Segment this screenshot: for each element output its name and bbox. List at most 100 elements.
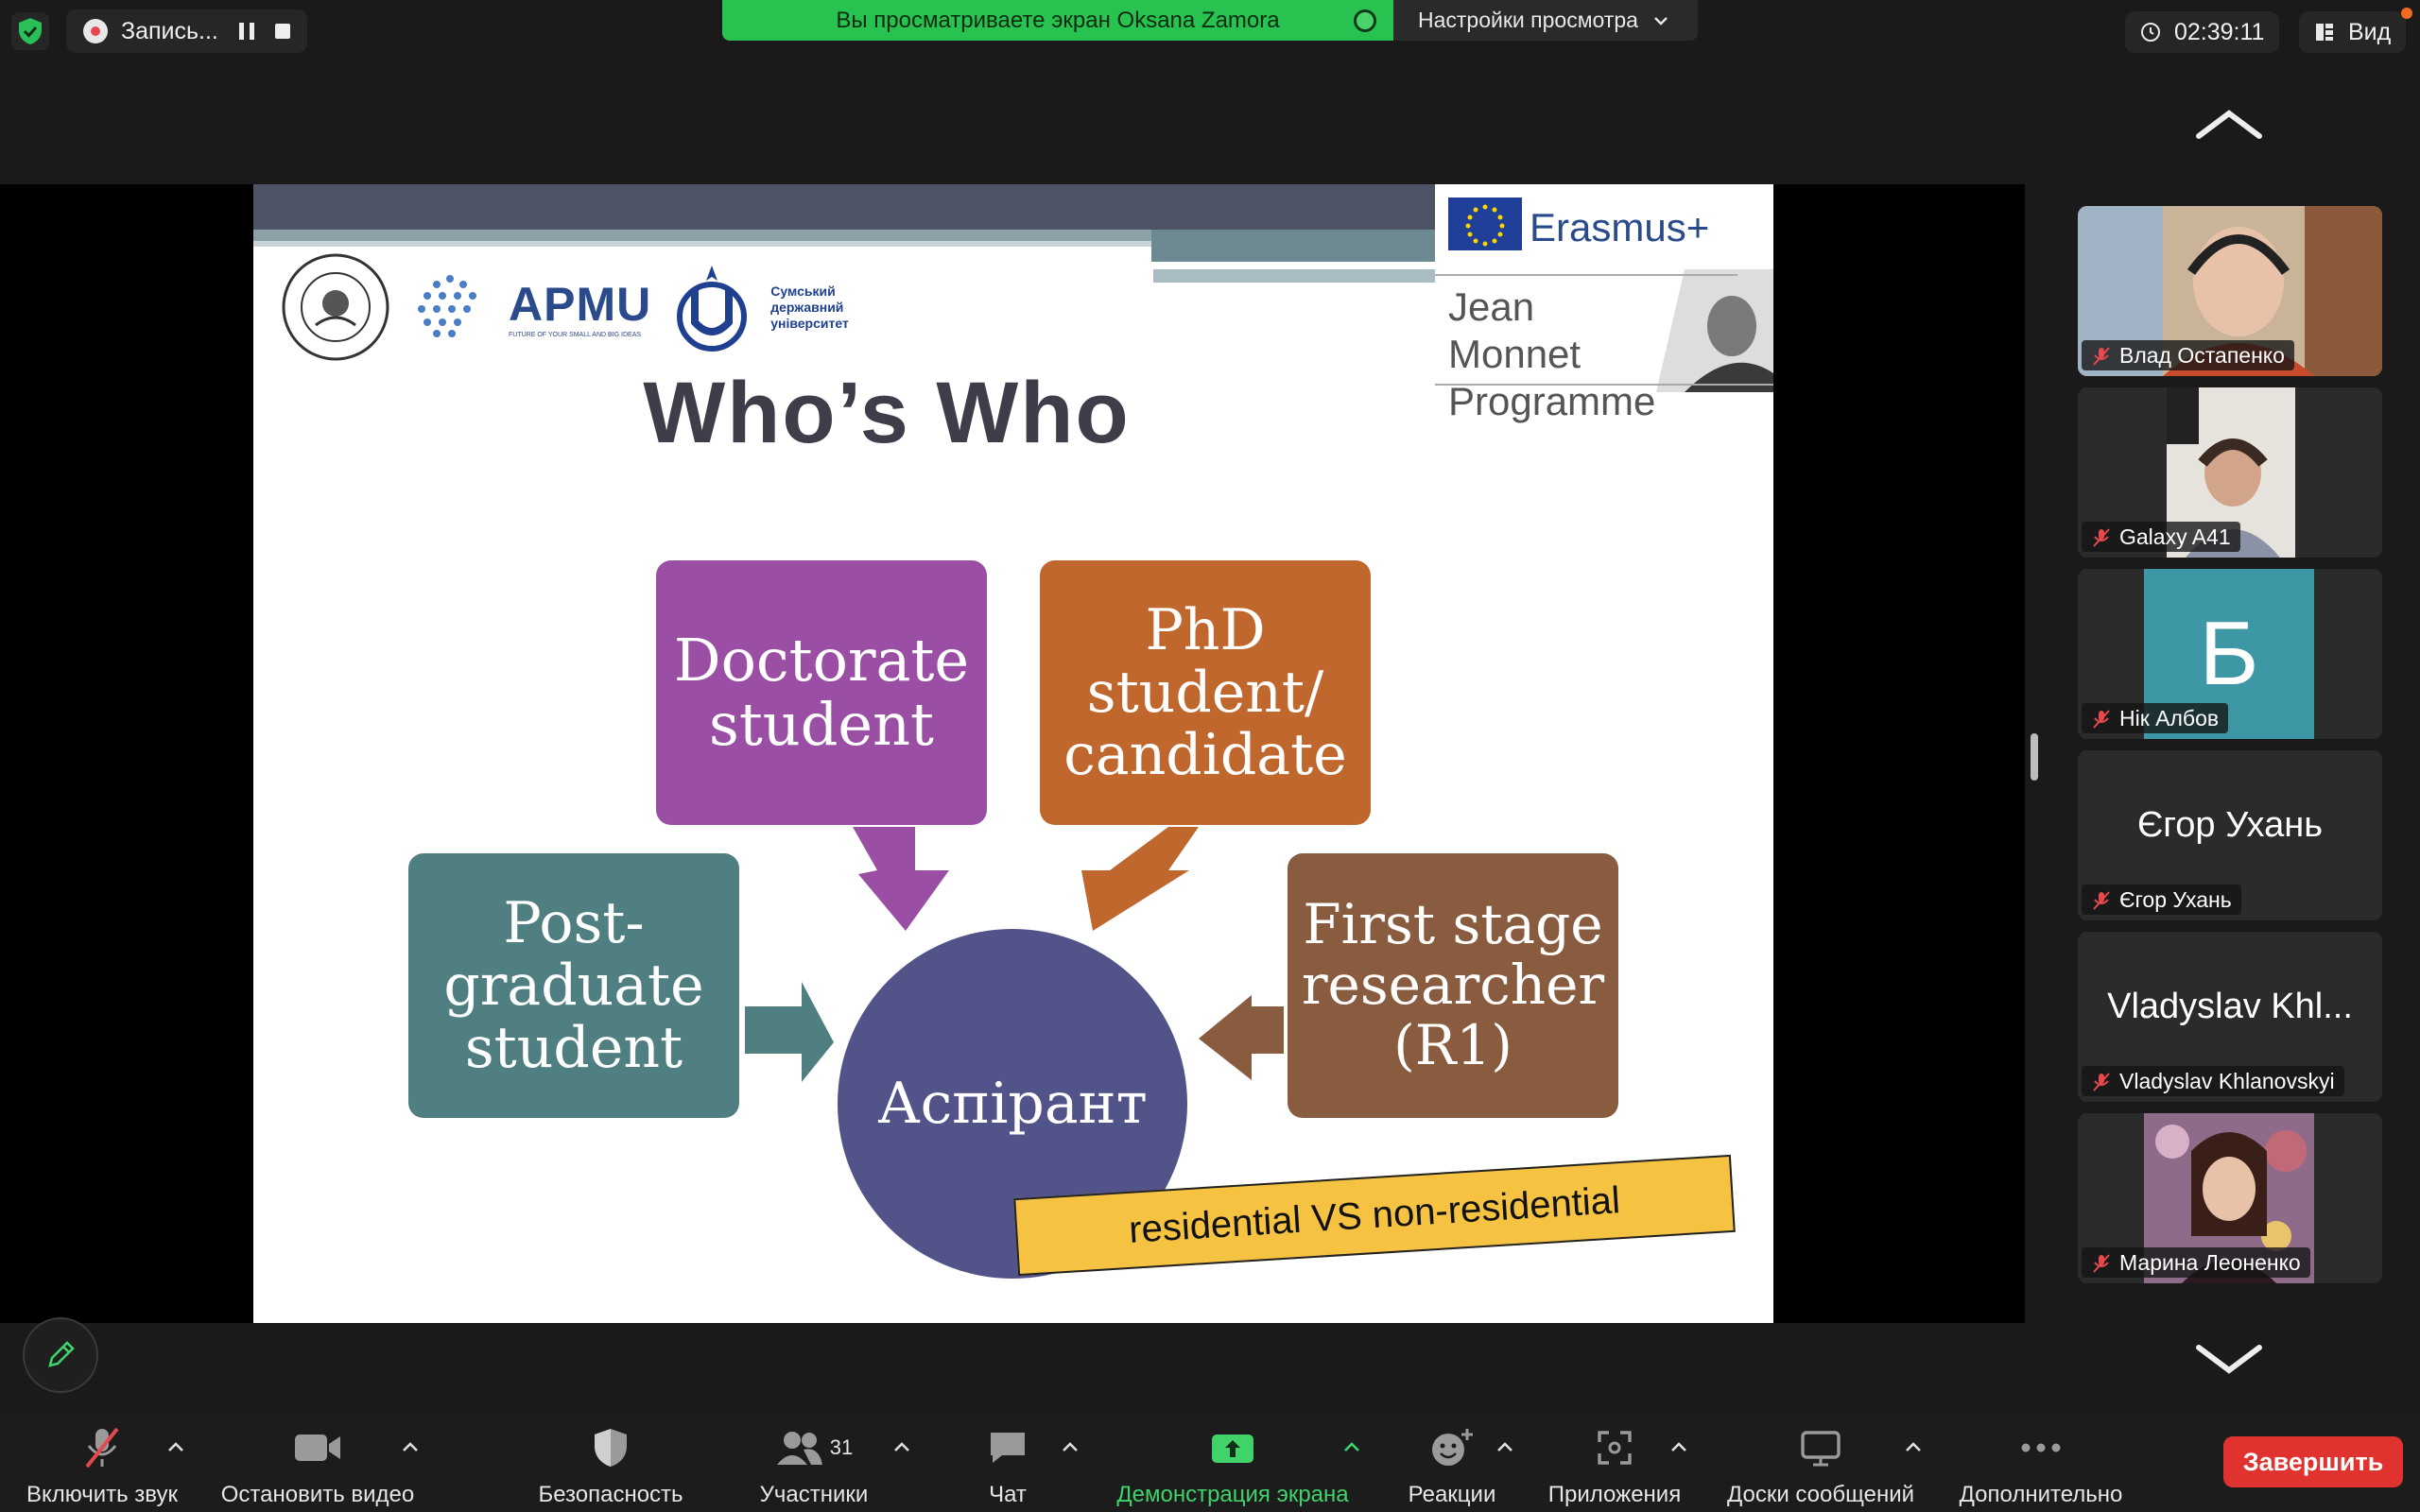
viewing-screen-banner: Вы просматриваете экран Oksana Zamora [722,0,1393,41]
apps-options-caret-icon[interactable] [1669,1440,1688,1453]
encryption-shield-icon[interactable] [11,12,49,50]
participant-name-label: Vladyslav Khlanovskyi [2082,1066,2344,1096]
chat-button[interactable]: Чат [960,1412,1055,1512]
stop-video-label: Остановить видео [220,1482,415,1507]
recording-pill[interactable]: Запись... [66,9,307,53]
top-bar: Запись... Вы просматриваете экран Oksana… [0,0,2420,60]
participant-tile[interactable]: Єгор Ухань Єгор Ухань [2078,750,2382,920]
mic-muted-icon [85,1427,119,1469]
pencil-icon [48,1341,75,1367]
shared-slide: APMU FUTURE OF YOUR SMALL AND BIG IDEAS … [253,184,1773,1323]
recording-label: Запись... [121,17,218,44]
reaction-smile-icon [1432,1429,1473,1466]
mic-muted-icon [2093,1073,2110,1091]
participant-name-label: Galaxy A41 [2082,522,2240,552]
participant-name: Єгор Ухань [2119,886,2232,912]
participants-count: 31 [829,1435,854,1459]
gallery-scroll-up-icon[interactable] [2195,106,2263,144]
phd-student-box: PhD student/ candidate [1040,560,1371,825]
view-label: Вид [2348,18,2392,45]
first-stage-researcher-box: First stage researcher (R1) [1288,853,1618,1118]
participants-icon [776,1432,822,1465]
unmute-label: Включить звук [26,1482,179,1507]
arrow-phd [1081,827,1199,931]
chat-options-caret-icon[interactable] [1061,1440,1080,1453]
participant-name: Galaxy A41 [2119,524,2231,549]
stop-video-button[interactable]: Остановить видео [214,1412,422,1512]
recording-controls: Запись... [11,9,307,53]
mic-muted-icon [2093,347,2110,366]
participant-name-label: Єгор Ухань [2082,885,2241,915]
stop-recording-icon[interactable] [274,24,290,39]
mic-muted-icon [2093,891,2110,910]
participant-tile[interactable]: Б Нік Албов [2078,569,2382,739]
pause-recording-icon[interactable] [238,23,254,40]
chat-label: Чат [989,1482,1027,1507]
clock-icon [2141,23,2160,42]
share-screen-label: Демонстрация экрана [1116,1482,1349,1507]
video-camera-icon [295,1435,340,1461]
unmute-button[interactable]: Включить звук [17,1412,187,1512]
layout-grid-icon [2316,24,2333,41]
notification-dot [2401,8,2412,19]
security-label: Безопасность [538,1482,683,1507]
view-button[interactable]: Вид [2299,11,2407,53]
banner-status-icon [1354,9,1376,32]
meeting-timer-text: 02:39:11 [2174,18,2265,45]
whiteboard-icon [1801,1431,1841,1467]
mic-muted-icon [2093,1254,2110,1273]
meeting-toolbar: Включить звук Остановить видео Безопасно… [0,1412,2420,1512]
participants-label: Участники [759,1482,869,1507]
view-options-dropdown[interactable]: Настройки просмотра [1393,0,1698,41]
participant-tile[interactable]: Vladyslav Khl... Vladyslav Khlanovskyi [2078,932,2382,1102]
participant-name: Влад Остапенко [2119,342,2285,368]
meeting-timer: 02:39:11 [2125,11,2280,53]
record-icon [83,19,108,43]
zoom-window: Запись... Вы просматриваете экран Oksana… [0,0,2420,1512]
reactions-options-caret-icon[interactable] [1495,1440,1514,1453]
whiteboards-options-caret-icon[interactable] [1904,1440,1923,1453]
more-button[interactable]: Дополнительно [1951,1412,2131,1512]
avatar-letter: Б [2199,603,2259,704]
participant-name: Vladyslav Khlanovskyi [2119,1068,2335,1093]
apps-icon [1598,1431,1632,1465]
whiteboards-label: Доски сообщений [1726,1482,1915,1507]
security-shield-icon [595,1429,627,1467]
arrow-doctorate [853,827,949,931]
video-options-caret-icon[interactable] [401,1440,420,1453]
more-dots-icon [2021,1443,2061,1452]
participant-name: Нік Албов [2119,705,2220,730]
participant-name-label: Влад Остапенко [2082,340,2294,370]
more-label: Дополнительно [1959,1482,2123,1507]
whiteboards-button[interactable]: Доски сообщений [1717,1412,1925,1512]
participant-name-label: Нік Албов [2082,703,2229,733]
mic-muted-icon [2093,528,2110,547]
participant-tile[interactable]: Galaxy A41 [2078,387,2382,558]
view-options-label: Настройки просмотра [1418,8,1638,32]
reactions-button[interactable]: Реакции [1395,1412,1509,1512]
participant-tile[interactable]: Влад Остапенко [2078,206,2382,376]
chat-bubble-icon [991,1433,1025,1463]
panel-resize-handle[interactable] [2031,733,2038,781]
gallery-scroll-down-icon[interactable] [2195,1340,2263,1378]
share-options-caret-icon[interactable] [1342,1440,1361,1453]
participant-center-name: Єгор Ухань [2136,805,2324,845]
security-button[interactable]: Безопасность [526,1412,696,1512]
share-screen-icon [1212,1435,1253,1463]
viewing-banner-text: Вы просматриваете экран Oksana Zamora [836,7,1280,33]
arrow-postgraduate [745,982,834,1082]
apps-button[interactable]: Приложения [1541,1412,1688,1512]
participants-button[interactable]: 31 Участники [734,1412,894,1512]
arrow-first-stage [1199,995,1284,1080]
mic-muted-icon [2093,710,2110,729]
annotate-button[interactable] [23,1317,98,1393]
postgraduate-student-box: Post-graduate student [408,853,739,1118]
chevron-down-icon [1654,16,1668,26]
participant-name: Марина Леоненко [2119,1249,2301,1275]
participant-tile[interactable]: Марина Леоненко [2078,1113,2382,1283]
share-screen-button[interactable]: Демонстрация экрана [1100,1412,1365,1512]
participant-center-name: Vladyslav Khl... [2107,987,2353,1026]
audio-options-caret-icon[interactable] [166,1440,185,1453]
participants-options-caret-icon[interactable] [892,1440,911,1453]
end-meeting-button[interactable]: Завершить [2223,1436,2403,1487]
